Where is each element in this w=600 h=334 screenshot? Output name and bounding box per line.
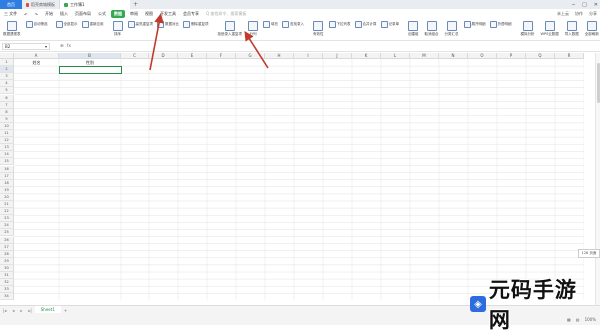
first-sheet-icon[interactable]: |◂ — [3, 308, 6, 313]
watermark-text: 元码手游网 — [488, 277, 577, 332]
watermark-logo: ◈ — [470, 296, 486, 312]
arrow-to-data-menu — [149, 13, 164, 71]
add-sheet-button[interactable]: + — [64, 308, 67, 313]
prev-sheet-icon[interactable]: ◂ — [12, 308, 14, 313]
next-sheet-icon[interactable]: ▸ — [20, 308, 22, 313]
watermark: ◈ 元码手游网 — [470, 277, 598, 332]
arrow-to-validation — [244, 30, 269, 69]
last-sheet-icon[interactable]: ▸| — [28, 308, 31, 313]
